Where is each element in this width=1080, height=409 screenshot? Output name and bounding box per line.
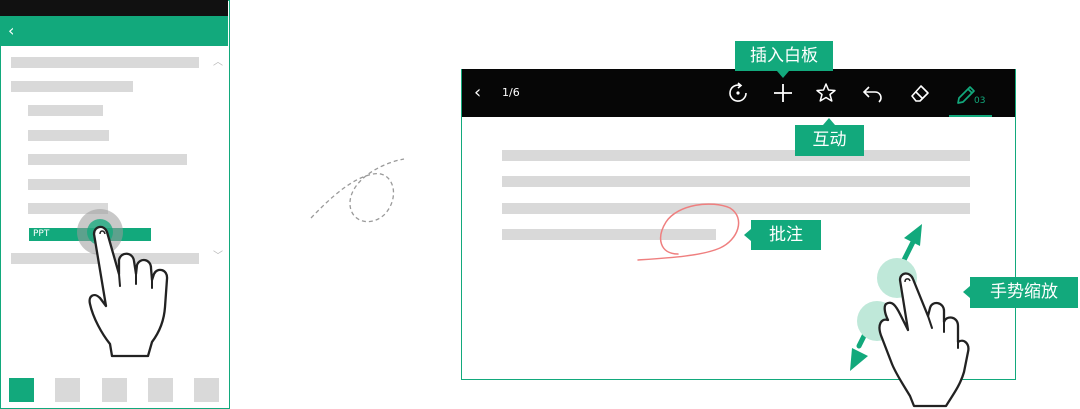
bottom-tab[interactable] bbox=[148, 378, 173, 402]
list-item[interactable] bbox=[28, 179, 100, 190]
bottom-tab[interactable] bbox=[55, 378, 80, 402]
hand-pointer-icon bbox=[88, 225, 169, 358]
callout-pointer bbox=[823, 118, 835, 125]
list-item[interactable] bbox=[11, 81, 133, 92]
bottom-tab[interactable] bbox=[102, 378, 127, 402]
callout-pointer bbox=[744, 229, 751, 241]
list-item[interactable] bbox=[28, 130, 109, 141]
phone-status-bar bbox=[0, 0, 228, 16]
text-line-placeholder bbox=[502, 176, 970, 187]
chevron-down-icon[interactable]: ﹀ bbox=[213, 252, 223, 262]
list-item[interactable] bbox=[11, 57, 199, 68]
callout-gesture-zoom: 手势缩放 bbox=[970, 277, 1078, 308]
chevron-up-icon[interactable]: ︿ bbox=[213, 58, 223, 68]
annotation-scribble bbox=[637, 203, 740, 261]
plus-icon[interactable] bbox=[771, 81, 795, 105]
hand-pinch-icon bbox=[878, 272, 970, 408]
chevron-left-icon[interactable]: ‹ bbox=[8, 20, 14, 42]
bottom-tab[interactable] bbox=[9, 378, 34, 402]
callout-pointer bbox=[963, 286, 970, 298]
callout-insert-whiteboard: 插入白板 bbox=[735, 41, 833, 71]
bottom-tab[interactable] bbox=[194, 378, 219, 402]
phone-header bbox=[0, 16, 228, 46]
undo-icon[interactable] bbox=[860, 81, 884, 105]
callout-pointer bbox=[777, 71, 789, 78]
callout-annotation: 批注 bbox=[751, 220, 821, 250]
pen-count-badge: 03 bbox=[974, 96, 986, 106]
callout-interaction: 互动 bbox=[795, 125, 864, 156]
list-item[interactable] bbox=[28, 105, 103, 116]
page-counter: 1/6 bbox=[502, 86, 520, 99]
eraser-icon[interactable] bbox=[908, 81, 932, 105]
interaction-icon[interactable] bbox=[814, 81, 838, 105]
text-line-placeholder bbox=[502, 150, 970, 161]
list-item[interactable] bbox=[28, 154, 187, 165]
chevron-left-icon[interactable]: ‹ bbox=[474, 82, 481, 104]
transition-dashed-curve bbox=[310, 158, 405, 223]
rotate-icon[interactable] bbox=[726, 81, 750, 105]
active-tool-indicator bbox=[949, 115, 992, 117]
